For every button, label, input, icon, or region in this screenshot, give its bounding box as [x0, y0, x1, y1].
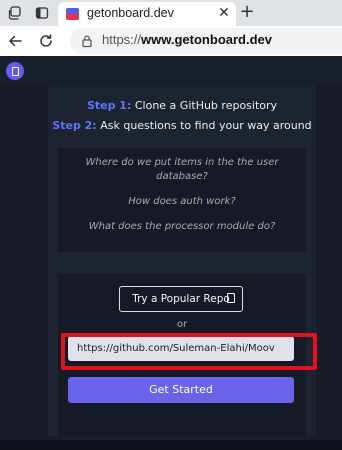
repo-icon	[227, 293, 235, 303]
step-2-label: Step 2:	[52, 119, 97, 132]
workspaces-icon[interactable]	[7, 5, 23, 21]
app-header	[0, 56, 342, 86]
tab-actions-icon[interactable]	[34, 5, 50, 21]
try-popular-repo-label: Try a Popular Repo	[132, 293, 230, 305]
step-1: Step 1: Clone a GitHub repository	[48, 96, 316, 116]
example-question: How does auth work?	[128, 196, 236, 207]
step-1-text: Clone a GitHub repository	[131, 99, 278, 112]
url-text[interactable]: https://www.getonboard.dev	[102, 32, 272, 47]
page-content: Step 1: Clone a GitHub repository Step 2…	[0, 56, 342, 450]
or-divider: or	[176, 319, 188, 330]
steps-list: Step 1: Clone a GitHub repository Step 2…	[48, 96, 316, 136]
address-bar[interactable]: https://www.getonboard.dev	[70, 28, 342, 54]
page-bottom-strip	[0, 440, 342, 450]
browser-toolbar: https://www.getonboard.dev	[0, 26, 342, 56]
url-prefix: https://	[102, 32, 142, 47]
refresh-icon[interactable]	[37, 32, 55, 50]
try-popular-repo-button[interactable]: Try a Popular Repo	[119, 286, 243, 312]
back-arrow-icon[interactable]	[6, 32, 24, 50]
url-domain: www.getonboard.dev	[141, 32, 273, 47]
onboard-card: Step 1: Clone a GitHub repository Step 2…	[48, 86, 316, 436]
step-2: Step 2: Ask questions to find your way a…	[48, 116, 316, 136]
site-favicon-icon	[66, 8, 79, 20]
example-question: What does the processor module do?	[88, 221, 276, 232]
example-questions: Where do we put items in the the user da…	[58, 148, 306, 252]
step-2-text: Ask questions to find your way around	[96, 119, 312, 132]
browser-tab-bar: getonboard.dev ✕ +	[0, 0, 342, 26]
active-tab[interactable]: getonboard.dev ✕	[58, 2, 236, 26]
tab-title: getonboard.dev	[87, 6, 174, 20]
highlight-box	[61, 333, 317, 370]
get-started-button[interactable]: Get Started	[68, 377, 294, 403]
close-tab-icon[interactable]: ✕	[216, 5, 232, 21]
step-1-label: Step 1:	[86, 99, 132, 112]
new-tab-button[interactable]: +	[238, 3, 256, 21]
example-question: Where do we put items in the the user da…	[85, 157, 279, 182]
lock-icon[interactable]	[80, 33, 94, 48]
app-logo-icon[interactable]	[6, 62, 24, 80]
